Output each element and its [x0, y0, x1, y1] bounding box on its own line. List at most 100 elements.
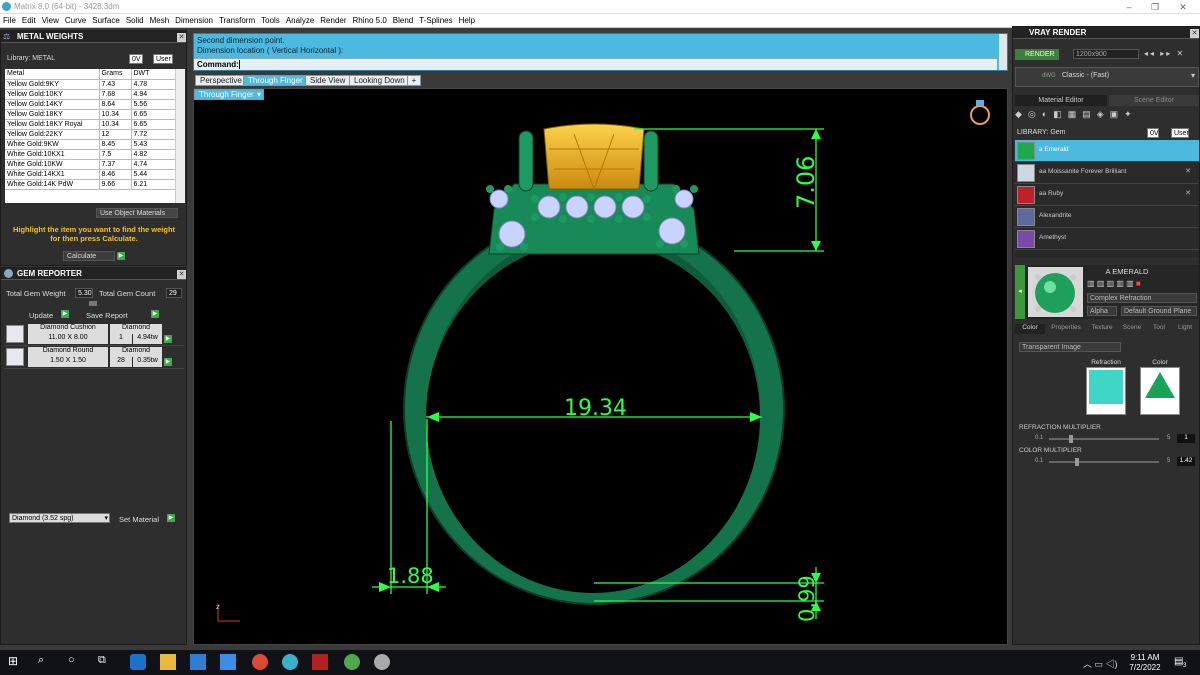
slider-thumb[interactable] [1069, 435, 1073, 443]
app-icon-red[interactable] [312, 654, 328, 670]
save-report-button[interactable]: Save Report [86, 311, 128, 320]
refraction-multiplier-slider[interactable]: 0.1 5 1 [1019, 434, 1197, 444]
menu-curve[interactable]: Curve [62, 14, 89, 28]
slider-thumb[interactable] [1075, 458, 1079, 466]
chrome-icon[interactable] [252, 654, 268, 670]
subtab-tool[interactable]: Tool [1147, 324, 1171, 331]
ground-plane-select[interactable]: Default Ground Plane [1121, 306, 1197, 316]
vray-close-button[interactable]: ✕ [1190, 29, 1199, 38]
color-swatch[interactable] [1140, 367, 1180, 415]
menu-transform[interactable]: Transform [216, 14, 258, 28]
menu-rhino[interactable]: Rhino 5.0 [350, 14, 390, 28]
slider-value[interactable]: 1 [1177, 434, 1195, 443]
menu-render[interactable]: Render [317, 14, 349, 28]
metal-row[interactable]: Yellow Gold:18KY 10.34 6.65 [5, 109, 175, 120]
app-icon-green[interactable] [344, 654, 360, 670]
remove-material-icon[interactable]: ✕ [1185, 167, 1191, 175]
gem-list-item[interactable]: Diamond Cushion Diamond 11.00 X 8.00 1 4.94t… [4, 323, 184, 346]
material-list-item[interactable]: Alexandrite [1015, 206, 1199, 228]
gem-arrow-icon[interactable]: ▶ [164, 335, 172, 343]
set-material-button[interactable]: Set Material [119, 515, 159, 524]
subtab-properties[interactable]: Properties [1047, 324, 1085, 331]
close-button[interactable]: ✕ [1170, 0, 1196, 14]
playback-controls[interactable]: ◂◂ ▸▸ ✕ [1144, 49, 1196, 60]
material-type-select[interactable]: Complex Refraction [1087, 293, 1197, 303]
gem-lib-0v-button[interactable]: 0V [1147, 128, 1159, 138]
update-arrow-icon[interactable]: ▶ [61, 310, 69, 318]
metal-row[interactable]: Yellow Gold:18KY Royal 10.34 6.65 [5, 119, 175, 130]
menu-edit[interactable]: Edit [19, 14, 39, 28]
metal-row[interactable]: White Gold:10KX1 7.5 4.82 [5, 149, 175, 160]
maximize-button[interactable]: ❐ [1142, 0, 1168, 14]
save-report-arrow-icon[interactable]: ▶ [151, 310, 159, 318]
menu-solid[interactable]: Solid [123, 14, 147, 28]
menu-file[interactable]: File [0, 14, 19, 28]
render-button[interactable]: RENDER [1015, 49, 1059, 60]
tab-scene-editor[interactable]: Scene Editor [1109, 95, 1199, 106]
material-list-item[interactable]: aa Ruby ✕ [1015, 184, 1199, 206]
windows-start-icon[interactable]: ⊞ [8, 654, 24, 670]
metal-row[interactable]: Yellow Gold:10KY 7.68 4.94 [5, 89, 175, 100]
subtab-color[interactable]: Color [1015, 324, 1045, 334]
menu-view[interactable]: View [39, 14, 62, 28]
clock-time[interactable]: 9:11 AM [1125, 653, 1165, 662]
menu-analyze[interactable]: Analyze [283, 14, 317, 28]
transparent-image-select[interactable]: Transparent Image [1019, 342, 1121, 352]
subtab-scene[interactable]: Scene [1119, 324, 1145, 331]
metal-row[interactable]: Yellow Gold:9KY 7.43 4.78 [5, 79, 175, 90]
tab-material-editor[interactable]: Material Editor [1015, 95, 1107, 106]
material-list-item[interactable]: aa Moissanite Forever Brilliant ✕ [1015, 162, 1199, 184]
metal-weights-close-button[interactable]: ✕ [177, 33, 186, 42]
remove-material-icon[interactable]: ✕ [1185, 189, 1191, 197]
metal-row[interactable]: White Gold:14KX1 8.46 5.44 [5, 169, 175, 180]
collapse-arrow-icon[interactable]: ◂ [1015, 265, 1025, 319]
calculate-arrow-icon[interactable]: ▶ [117, 252, 125, 260]
edge-icon[interactable] [130, 654, 146, 670]
matrix-app-icon[interactable] [374, 654, 390, 670]
metal-row[interactable]: White Gold:9KW 8.45 5.43 [5, 139, 175, 150]
menu-surface[interactable]: Surface [89, 14, 123, 28]
calculate-button[interactable]: Calculate [63, 251, 115, 261]
search-icon[interactable]: ⌕ [38, 654, 54, 670]
slider-value[interactable]: 1.42 [1177, 457, 1195, 466]
command-scrollbar[interactable] [999, 34, 1007, 70]
command-input-row[interactable]: Command: [194, 58, 997, 70]
add-tab-button[interactable]: + [407, 75, 421, 86]
use-object-materials-checkbox[interactable]: Use Object Materials [96, 208, 178, 218]
alpha-select[interactable]: Alpha [1087, 306, 1117, 316]
library-user-button[interactable]: User [153, 54, 173, 64]
metal-row[interactable]: White Gold:10KW 7.37 4.74 [5, 159, 175, 170]
tab-perspective[interactable]: Perspective [195, 75, 247, 86]
menu-blend[interactable]: Blend [390, 14, 416, 28]
refraction-swatch[interactable] [1086, 367, 1126, 415]
material-action-icons[interactable]: ▥ ▥ ▥ ▥ ▥ ■ [1087, 279, 1195, 289]
tray-icons[interactable]: ︿ ▭ ◁) [1083, 657, 1118, 670]
color-multiplier-slider[interactable]: 0.1 5 1.42 [1019, 457, 1197, 467]
mail-icon[interactable] [220, 654, 236, 670]
file-explorer-icon[interactable] [160, 654, 176, 670]
viewport[interactable]: Through Finger ▾ 7.06 19.34 1.88 0.99 z [193, 88, 1008, 645]
metal-row[interactable]: Yellow Gold:14KY 8.64 5.56 [5, 99, 175, 110]
tab-side-view[interactable]: Side View [305, 75, 351, 86]
resolution-field[interactable]: 1200x900 [1073, 49, 1139, 59]
render-preset-select[interactable]: dWG Classic - (Fast) ▾ [1015, 67, 1199, 87]
gem-reporter-close-button[interactable]: ✕ [177, 270, 186, 279]
subtab-light[interactable]: Light [1173, 324, 1197, 331]
gem-lib-user-button[interactable]: User [1171, 128, 1189, 138]
app-icon[interactable] [282, 654, 298, 670]
ring-view-icon[interactable] [970, 100, 990, 125]
update-button[interactable]: Update [29, 311, 53, 320]
material-select[interactable]: Diamond (3.52 spg) ▾ [9, 513, 110, 523]
menu-mesh[interactable]: Mesh [147, 14, 173, 28]
tab-looking-down[interactable]: Looking Down [349, 75, 410, 86]
cortana-icon[interactable]: ○ [68, 654, 84, 670]
gem-arrow-icon[interactable]: ▶ [164, 358, 172, 366]
menu-tsplines[interactable]: T-Splines [416, 14, 455, 28]
splitter-handle[interactable] [89, 301, 97, 306]
metal-row[interactable]: Yellow Gold:22KY 12 7.72 [5, 129, 175, 140]
task-view-icon[interactable]: ⧉ [98, 654, 114, 670]
metal-table-scrollbar[interactable] [175, 69, 185, 203]
set-material-arrow-icon[interactable]: ▶ [167, 514, 175, 522]
material-toolbar[interactable]: ◆◎◐◧▦▤◈▣✦ [1015, 109, 1199, 123]
menu-tools[interactable]: Tools [258, 14, 283, 28]
